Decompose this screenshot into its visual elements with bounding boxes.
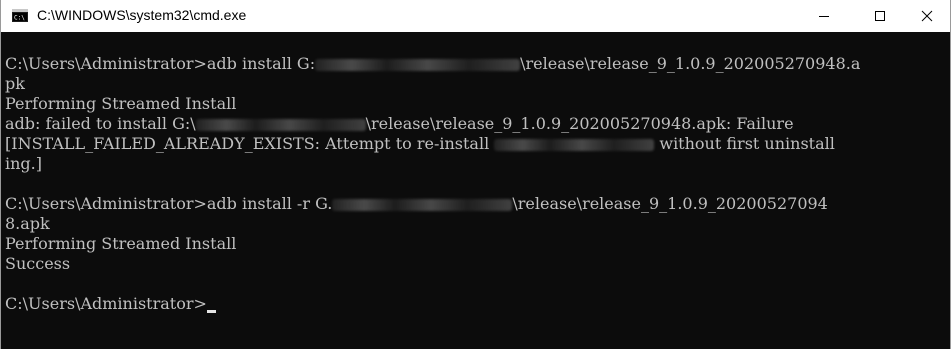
minimize-icon: [819, 16, 829, 17]
console-line: Success: [5, 254, 71, 273]
console-line: C:\Users\Administrator>adb install -r G.…: [5, 194, 860, 214]
redacted-path: [195, 118, 366, 131]
console-text: \release\release_9_1.0.9_202005270948.ap…: [365, 114, 794, 133]
minimize-button[interactable]: [801, 0, 847, 32]
console-line: ing.]: [5, 154, 42, 173]
console-text: \release\release_9_1.0.9_202005270948.a: [520, 54, 861, 73]
console-line: pk: [5, 74, 25, 93]
console-text: [INSTALL_FAILED_ALREADY_EXISTS: Attempt …: [5, 134, 495, 153]
redacted-path: [332, 198, 513, 211]
cmd-console-icon[interactable]: C:\: [12, 9, 28, 22]
console-line: C:\Users\Administrator>adb install G: \re…: [5, 54, 860, 74]
console-prompt: C:\Users\Administrator>: [5, 294, 207, 313]
maximize-button[interactable]: [857, 0, 903, 32]
window-title: C:\WINDOWS\system32\cmd.exe: [37, 7, 247, 23]
console-text: C:\Users\Administrator>adb install -r G.: [5, 194, 333, 213]
maximize-icon: [875, 11, 885, 21]
console-line: Performing Streamed Install: [5, 234, 237, 253]
console-text: without first uninstall: [654, 134, 835, 153]
close-icon: [921, 10, 933, 22]
console-prompt-line[interactable]: C:\Users\Administrator>: [5, 294, 860, 314]
console-text: \release\release_9_1.0.9_20200527094: [512, 194, 828, 213]
redacted-path: [315, 58, 521, 71]
console-output-area[interactable]: C:\Users\Administrator>adb install G: \re…: [1, 32, 950, 349]
console-line: Performing Streamed Install: [5, 94, 237, 113]
svg-text:C:\: C:\: [14, 15, 25, 22]
console-lines: C:\Users\Administrator>adb install G: \re…: [5, 54, 860, 314]
title-bar[interactable]: C:\ C:\WINDOWS\system32\cmd.exe: [1, 0, 950, 32]
console-line: 8.apk: [5, 214, 50, 233]
console-text: C:\Users\Administrator>adb install G:: [5, 54, 316, 73]
cmd-window: C:\ C:\WINDOWS\system32\cmd.exe C:\Users…: [0, 0, 951, 349]
console-text: adb: failed to install G:\: [5, 114, 196, 133]
close-button[interactable]: [904, 0, 950, 32]
console-line: adb: failed to install G:\ \release\relea…: [5, 114, 860, 134]
redacted-package: [494, 138, 655, 151]
console-line: [INSTALL_FAILED_ALREADY_EXISTS: Attempt …: [5, 134, 860, 154]
text-cursor: [206, 310, 216, 313]
